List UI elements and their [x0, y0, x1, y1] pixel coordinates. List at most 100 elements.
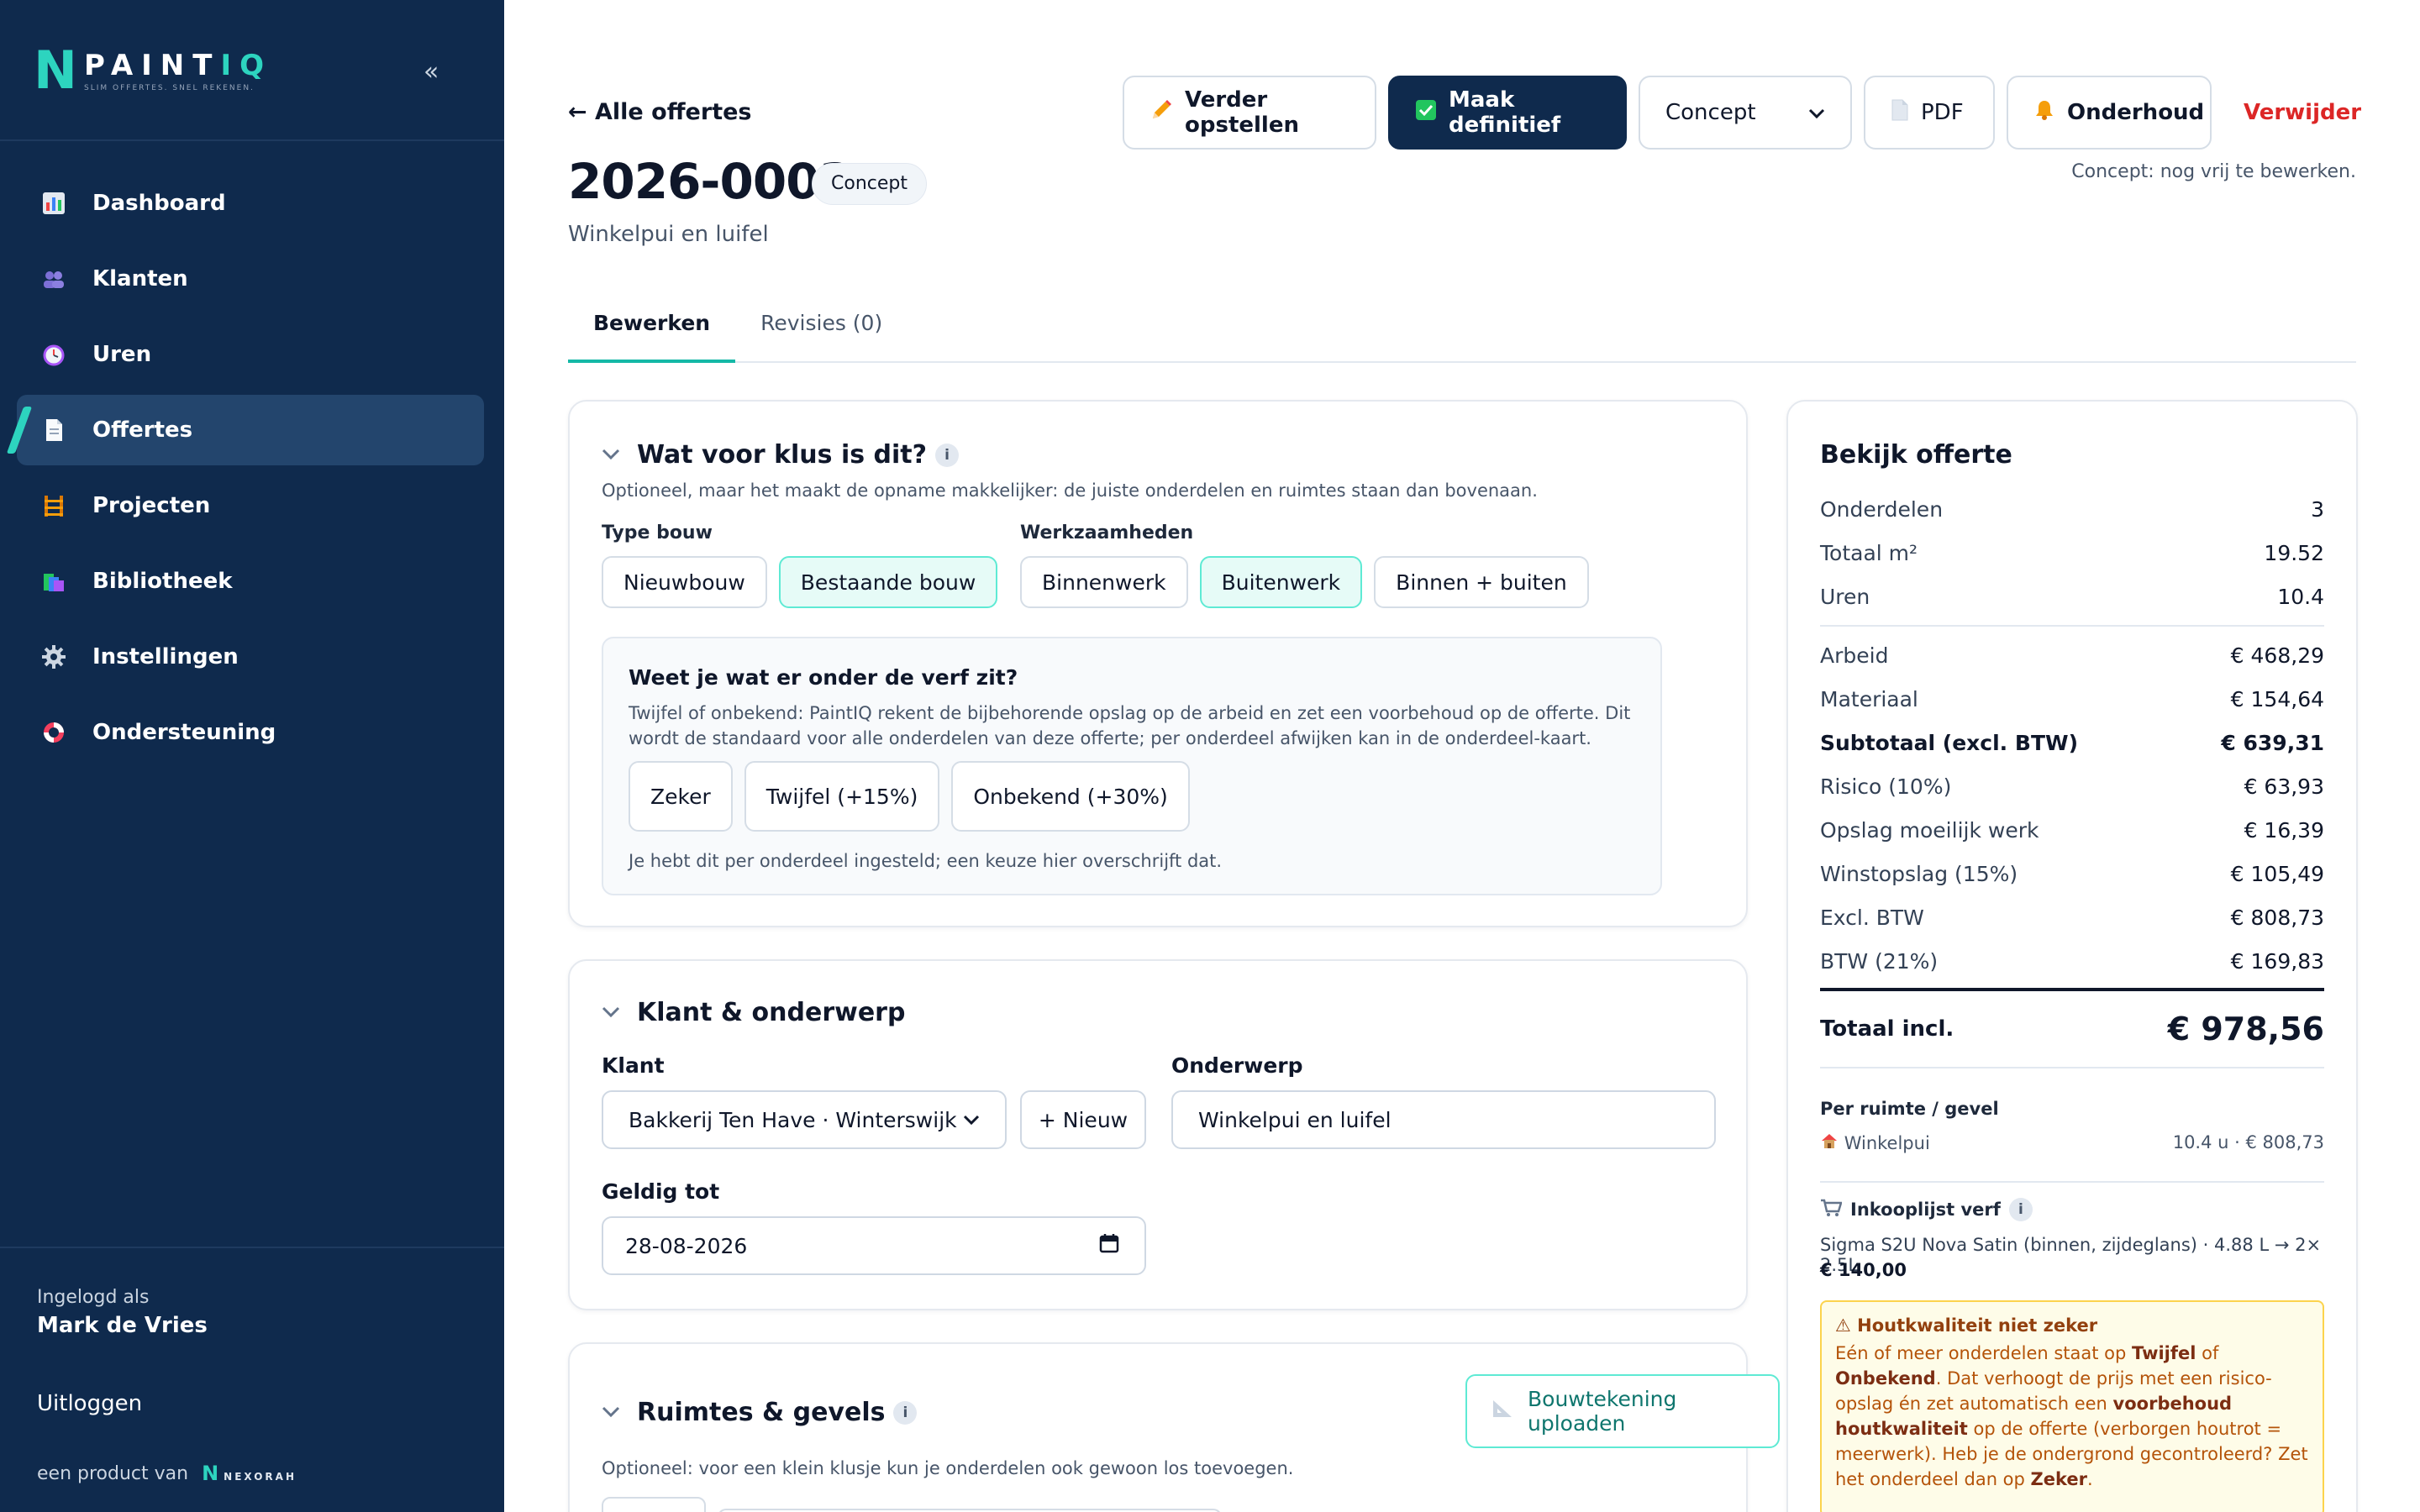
user-info: Ingelogd als Mark de Vries: [37, 1287, 208, 1338]
maintenance-button[interactable]: Onderhoud: [2007, 76, 2212, 150]
rooms-help: Optioneel: voor een klein klusje kun je …: [602, 1458, 1294, 1478]
paint-substrate-title: Weet je wat er onder de verf zit?: [629, 665, 1018, 690]
delete-button[interactable]: Verwijder: [2244, 100, 2361, 125]
document-icon: [40, 417, 67, 444]
subject-input[interactable]: Winkelpui en luifel: [1171, 1090, 1716, 1149]
shopping-list-label: Inkooplijst verf i: [1820, 1198, 2033, 1221]
tab-bewerken[interactable]: Bewerken: [568, 292, 736, 363]
option-bestaande-bouw[interactable]: Bestaande bouw: [778, 556, 998, 608]
subject-label: Onderwerp: [1171, 1053, 1303, 1078]
summary-title: Bekijk offerte: [1820, 440, 2012, 470]
house-icon: [1820, 1133, 1844, 1153]
books-icon: [40, 568, 67, 595]
client-card: Klant & onderwerp Klant Bakkerij Ten Hav…: [568, 959, 1748, 1310]
sidebar-item-bibliotheek[interactable]: Bibliotheek: [17, 546, 484, 617]
warning-text: Eén of meer onderdelen staat op Twijfel …: [1835, 1343, 2308, 1489]
option-buitenwerk[interactable]: Buitenwerk: [1199, 556, 1363, 608]
lifebuoy-icon: [40, 719, 67, 746]
info-icon[interactable]: i: [935, 443, 960, 467]
rooms-header[interactable]: Ruimtes & gevels i: [602, 1398, 918, 1427]
shopping-price: € 140,00: [1820, 1260, 1907, 1280]
paint-certainty-options: Zeker Twijfel (+15%) Onbekend (+30%): [629, 761, 1202, 832]
document-icon: [1891, 99, 1909, 127]
client-header[interactable]: Klant & onderwerp: [602, 998, 905, 1027]
back-to-quotes-link[interactable]: ← Alle offertes: [568, 99, 751, 125]
sidebar-item-instellingen[interactable]: Instellingen: [17, 622, 484, 692]
chevron-down-icon: [602, 444, 620, 465]
concept-hint: Concept: nog vrij te bewerken.: [2071, 161, 2356, 182]
rooms-card: Ruimtes & gevels i Bouwtekening uploaden…: [568, 1342, 1780, 1512]
chart-icon: [40, 190, 67, 217]
sidebar-item-label: Dashboard: [92, 191, 226, 216]
bell-icon: [2033, 99, 2055, 127]
werkzaamheden-label: Werkzaamheden: [1020, 522, 1194, 543]
sidebar-item-label: Uren: [92, 342, 152, 367]
sidebar-item-offertes[interactable]: Offertes: [17, 395, 484, 465]
sidebar-item-label: Projecten: [92, 493, 211, 518]
clock-icon: [40, 341, 67, 368]
sidebar-item-ondersteuning[interactable]: Ondersteuning: [17, 697, 484, 768]
card-title: Wat voor klus is dit?: [637, 440, 928, 470]
summary-row: Materiaal € 154,64: [1820, 686, 2324, 711]
construction-icon: [40, 492, 67, 519]
option-nieuwbouw[interactable]: Nieuwbouw: [602, 556, 767, 608]
sidebar-item-label: Ondersteuning: [92, 720, 276, 745]
type-bouw-label: Type bouw: [602, 522, 713, 543]
option-binnenwerk[interactable]: Binnenwerk: [1020, 556, 1188, 608]
continue-button[interactable]: Verder opstellen: [1123, 76, 1376, 150]
ruler-icon: [1491, 1398, 1514, 1425]
main-content: ← Alle offertes 2026-0003 Concept Winkel…: [504, 0, 2420, 1512]
option-binnen-buiten[interactable]: Binnen + buiten: [1374, 556, 1589, 608]
card-help-text: Optioneel, maar het maakt de opname makk…: [602, 480, 1538, 501]
sidebar-item-projecten[interactable]: Projecten: [17, 470, 484, 541]
quote-summary-card: Bekijk offerte Onderdelen 3 Totaal m² 19.5…: [1786, 400, 2358, 1512]
room-input[interactable]: [718, 1509, 1222, 1512]
finalize-button[interactable]: Maak definitief: [1388, 76, 1627, 150]
summary-row: Totaal m² 19.52: [1820, 540, 2324, 565]
sidebar-item-uren[interactable]: Uren: [17, 319, 484, 390]
client-select[interactable]: Bakkerij Ten Have · Winterswijk: [602, 1090, 1007, 1149]
per-room-label: Per ruimte / gevel: [1820, 1099, 1999, 1119]
sidebar-item-klanten[interactable]: Klanten: [17, 244, 484, 314]
checkbox-icon: [1415, 99, 1437, 127]
option-twijfel[interactable]: Twijfel (+15%): [744, 761, 940, 832]
divider: [1820, 625, 2324, 627]
client-label: Klant: [602, 1053, 665, 1078]
new-client-button[interactable]: + Nieuw: [1020, 1090, 1146, 1149]
job-type-header[interactable]: Wat voor klus is dit? i: [602, 440, 960, 470]
info-icon[interactable]: i: [893, 1400, 918, 1425]
summary-row-subtotal: Subtotaal (excl. BTW) € 639,31: [1820, 730, 2324, 755]
sidebar-item-dashboard[interactable]: Dashboard: [17, 168, 484, 239]
upload-drawing-button[interactable]: Bouwtekening uploaden: [1465, 1374, 1780, 1448]
option-zeker[interactable]: Zeker: [629, 761, 733, 832]
room-tab[interactable]: [602, 1497, 706, 1512]
type-bouw-options: Nieuwbouw Bestaande bouw: [602, 556, 1009, 608]
product-by-label: een product van: [37, 1462, 189, 1484]
option-onbekend[interactable]: Onbekend (+30%): [951, 761, 1190, 832]
collapse-sidebar-button[interactable]: «: [424, 57, 439, 87]
status-select[interactable]: Concept: [1639, 76, 1852, 150]
summary-row: Opslag moeilijk werk € 16,39: [1820, 817, 2324, 843]
sidebar-item-label: Offertes: [92, 417, 193, 443]
brand-logo[interactable]: N PAINTIQ SLIM OFFERTES. SNEL REKENEN.: [34, 34, 272, 108]
sidebar-item-label: Bibliotheek: [92, 569, 233, 594]
summary-row: BTW (21%) € 169,83: [1820, 948, 2324, 974]
card-title: Ruimtes & gevels: [637, 1398, 886, 1427]
summary-row: Risico (10%) € 63,93: [1820, 774, 2324, 799]
chevron-down-icon: [1808, 100, 1825, 125]
gear-icon: [40, 643, 67, 670]
logout-link[interactable]: Uitloggen: [37, 1391, 142, 1416]
valid-until-date-input[interactable]: 28-08-2026: [602, 1216, 1146, 1275]
per-room-row: Winkelpui 10.4 u · € 808,73: [1820, 1132, 2324, 1153]
paint-substrate-box: Weet je wat er onder de verf zit? Twijfe…: [602, 637, 1662, 895]
nexorah-logo[interactable]: N NEXORAH: [202, 1462, 297, 1485]
chevron-down-icon: [602, 1002, 620, 1023]
tab-revisies[interactable]: Revisies (0): [735, 292, 908, 363]
pdf-button[interactable]: PDF: [1864, 76, 1995, 150]
calendar-icon[interactable]: [1099, 1233, 1119, 1258]
info-icon[interactable]: i: [2008, 1198, 2033, 1221]
page-title: 2026-0003: [568, 153, 853, 210]
paint-note: Je hebt dit per onderdeel ingesteld; een…: [629, 851, 1223, 871]
sidebar-nav: Dashboard Klanten Uren Offertes Projecte…: [17, 168, 484, 773]
user-name: Mark de Vries: [37, 1313, 208, 1338]
